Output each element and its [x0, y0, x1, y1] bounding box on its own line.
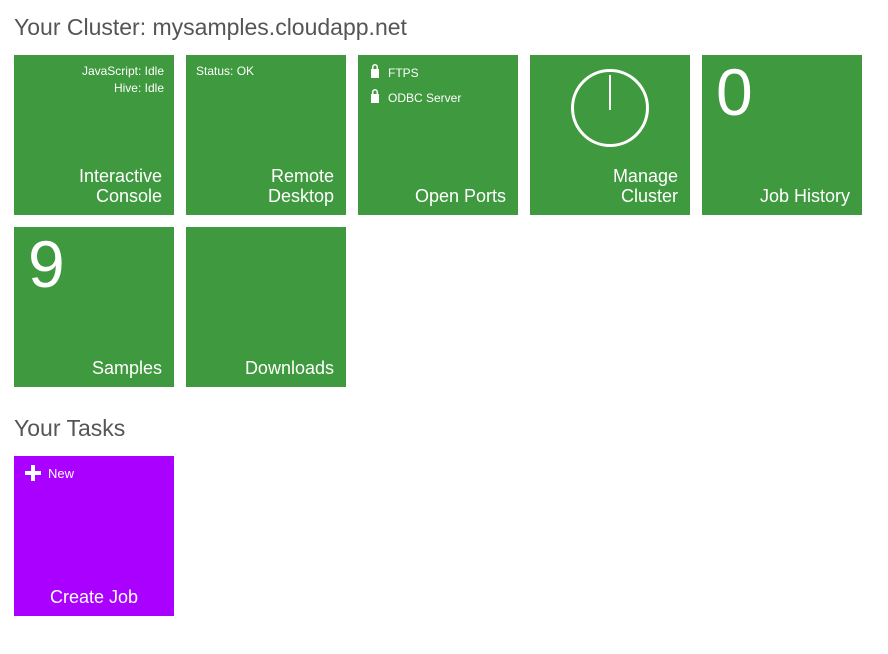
- remote-desktop-status: Status: OK: [196, 63, 336, 80]
- port-label-ftps: FTPS: [388, 65, 419, 82]
- port-row-ftps: FTPS: [368, 63, 508, 84]
- tile-downloads[interactable]: Downloads: [186, 227, 346, 387]
- create-job-title: Create Job: [14, 587, 174, 608]
- cluster-heading: Your Cluster: mysamples.cloudapp.net: [14, 14, 874, 41]
- cluster-name: mysamples.cloudapp.net: [153, 14, 407, 40]
- tile-remote-desktop[interactable]: Status: OK Remote Desktop: [186, 55, 346, 215]
- tile-job-history[interactable]: 0 Job History: [702, 55, 862, 215]
- lock-icon: [368, 63, 382, 84]
- tasks-heading: Your Tasks: [14, 415, 874, 442]
- tile-open-ports[interactable]: FTPS ODBC Server Open Ports: [358, 55, 518, 215]
- create-job-new-label: New: [48, 466, 74, 481]
- js-status-label: JavaScript: Idle: [24, 63, 164, 80]
- open-ports-title: Open Ports: [415, 186, 506, 207]
- lock-icon: [368, 88, 382, 109]
- tile-create-job[interactable]: New Create Job: [14, 456, 174, 616]
- downloads-title: Downloads: [245, 358, 334, 379]
- hive-status-label: Hive: Idle: [24, 80, 164, 97]
- interactive-console-title: Interactive Console: [79, 166, 162, 207]
- interactive-console-status: JavaScript: Idle Hive: Idle: [24, 63, 164, 98]
- job-history-title: Job History: [760, 186, 850, 207]
- create-job-new-row: New: [24, 464, 164, 482]
- cluster-tile-grid: JavaScript: Idle Hive: Idle Interactive …: [14, 55, 874, 387]
- samples-count: 9: [28, 231, 164, 297]
- plus-icon: [24, 464, 42, 482]
- port-row-odbc: ODBC Server: [368, 88, 508, 109]
- open-ports-list: FTPS ODBC Server: [368, 63, 508, 114]
- tile-manage-cluster[interactable]: Manage Cluster: [530, 55, 690, 215]
- tile-samples[interactable]: 9 Samples: [14, 227, 174, 387]
- remote-desktop-title: Remote Desktop: [268, 166, 334, 207]
- job-history-count: 0: [716, 59, 852, 125]
- cluster-heading-prefix: Your Cluster:: [14, 14, 153, 40]
- manage-cluster-title: Manage Cluster: [613, 166, 678, 207]
- tile-interactive-console[interactable]: JavaScript: Idle Hive: Idle Interactive …: [14, 55, 174, 215]
- tasks-tile-grid: New Create Job: [14, 456, 874, 616]
- port-label-odbc: ODBC Server: [388, 90, 461, 107]
- clock-icon: [571, 69, 649, 147]
- samples-title: Samples: [92, 358, 162, 379]
